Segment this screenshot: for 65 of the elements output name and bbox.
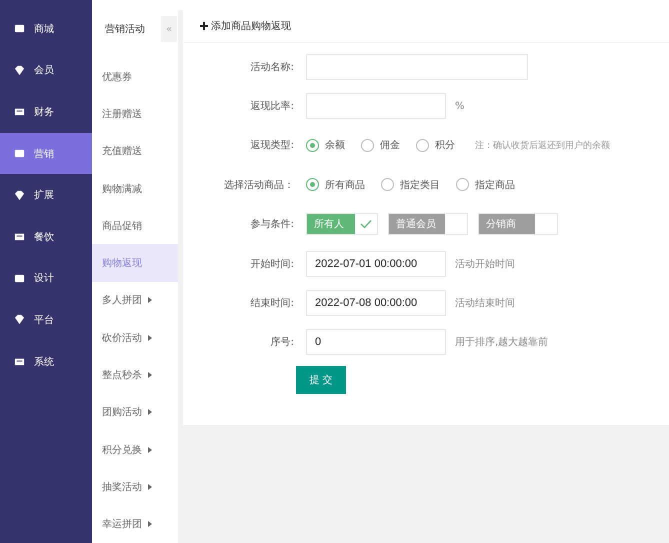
submit-button[interactable]: 提 交: [296, 366, 346, 394]
nav-icon: [14, 148, 25, 160]
check-icon: [360, 219, 372, 230]
submenu-item[interactable]: 购物满减: [92, 170, 178, 208]
radio-button[interactable]: [416, 138, 429, 152]
nav-icon: [14, 64, 25, 76]
unit-label: %: [455, 100, 465, 112]
submenu-item[interactable]: 注册赠送: [92, 95, 178, 133]
nav-icon: [14, 314, 25, 326]
option-label: 余额: [325, 138, 345, 152]
nav-icon: [14, 356, 25, 368]
field-label: 开始时间:: [250, 258, 295, 271]
submenu-title: 营销活动: [105, 22, 146, 36]
submenu-item[interactable]: 团购活动: [92, 394, 178, 431]
input-field[interactable]: [306, 93, 446, 120]
nav-icon: [14, 231, 25, 242]
field-hint: 用于排序,越大越靠前: [455, 336, 548, 350]
sidebar-item[interactable]: 设计: [0, 258, 92, 300]
radio-button[interactable]: [306, 178, 319, 192]
sidebar-item[interactable]: 扩展: [0, 174, 92, 216]
option-label: 积分: [435, 139, 455, 152]
sidebar-item[interactable]: 系统: [0, 340, 92, 382]
sidebar-item[interactable]: 营销: [0, 132, 92, 174]
nav-icon: [14, 190, 25, 201]
input-field[interactable]: 0: [306, 329, 446, 356]
sidebar-item[interactable]: 餐饮: [0, 216, 92, 258]
note-text: 注：确认收货后返还到用户的余额: [475, 140, 610, 152]
submenu-item[interactable]: 积分兑换: [92, 430, 178, 468]
input-field[interactable]: 2022-07-01 00:00:00: [306, 250, 446, 277]
field-label: 结束时间:: [250, 296, 295, 310]
option-label: 佣金: [380, 139, 400, 152]
field-label: 选择活动商品：: [223, 178, 295, 192]
submenu-item[interactable]: 砍价活动: [92, 319, 178, 356]
input-field[interactable]: 2022-07-08 00:00:00: [306, 290, 446, 316]
nav-icon: [14, 106, 25, 118]
nav-icon: [14, 23, 25, 34]
field-hint: 活动结束时间: [455, 296, 515, 310]
plus-icon: [200, 22, 208, 30]
option-label: 所有商品: [325, 178, 365, 192]
submenu-item[interactable]: 商品促销: [92, 207, 178, 244]
field-label: 返现类型:: [250, 138, 295, 152]
radio-button[interactable]: [381, 178, 394, 192]
submenu-item[interactable]: 充值赠送: [92, 132, 178, 170]
sidebar-item[interactable]: 财务: [0, 91, 92, 133]
sidebar-item[interactable]: 平台: [0, 299, 92, 341]
option-label: 指定商品: [475, 178, 515, 192]
field-hint: 活动开始时间: [455, 258, 515, 271]
submenu-item[interactable]: 抽奖活动: [92, 468, 178, 506]
field-label: 参与条件:: [250, 218, 295, 232]
radio-button[interactable]: [361, 138, 374, 152]
radio-button[interactable]: [306, 138, 319, 152]
submenu-item[interactable]: 幸运拼团: [92, 506, 178, 543]
sidebar-item[interactable]: 会员: [0, 50, 92, 92]
submenu-item[interactable]: 优惠券: [92, 58, 178, 96]
option-label: 指定类目: [400, 178, 440, 192]
submenu-item[interactable]: 整点秒杀: [92, 356, 178, 394]
field-label: 返现比率:: [250, 100, 295, 114]
nav-icon: [14, 272, 25, 284]
form-title: 添加商品购物返现: [211, 20, 291, 33]
field-label: 序号:: [270, 336, 295, 350]
submenu-item[interactable]: 多人拼团: [92, 282, 178, 320]
input-field[interactable]: [306, 54, 528, 80]
field-label: 活动名称:: [250, 60, 295, 74]
sidebar-item[interactable]: 商城: [0, 8, 92, 50]
radio-button[interactable]: [456, 178, 469, 192]
